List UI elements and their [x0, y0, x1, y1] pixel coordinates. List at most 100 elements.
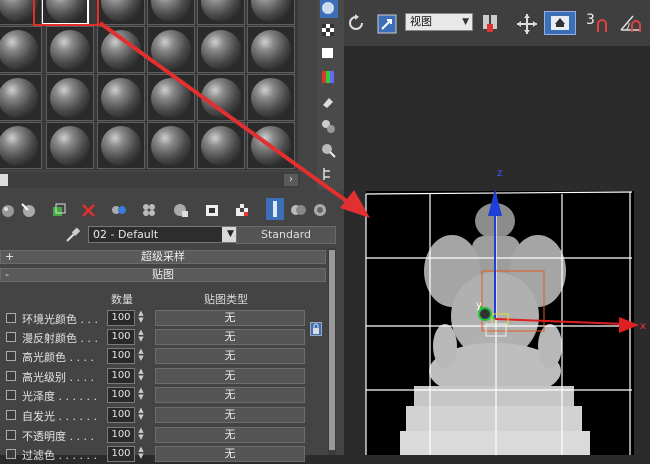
material-type-button[interactable]: Standard	[236, 226, 336, 244]
scrollbar-thumb[interactable]	[329, 250, 335, 450]
sample-slot[interactable]	[247, 26, 295, 73]
backlight-icon[interactable]	[320, 45, 338, 61]
options-icon[interactable]	[320, 118, 338, 134]
map-enable-checkbox[interactable]	[6, 390, 16, 400]
sample-slot[interactable]	[0, 122, 42, 169]
sample-slot[interactable]	[0, 74, 42, 121]
map-slot-button[interactable]: 无	[155, 407, 305, 423]
map-slot-button[interactable]: 无	[155, 329, 305, 345]
video-color-check-icon[interactable]	[320, 69, 338, 85]
checker-background-icon[interactable]	[320, 22, 338, 38]
pivot-center-icon[interactable]	[479, 12, 503, 34]
select-by-material-icon[interactable]	[320, 142, 338, 158]
sample-slot[interactable]	[46, 74, 94, 121]
make-unique-icon[interactable]	[110, 202, 128, 218]
amount-input[interactable]: 100	[107, 368, 135, 384]
keyboard-shortcut-override-icon[interactable]	[544, 11, 576, 35]
sample-slot[interactable]	[197, 26, 245, 73]
map-enable-checkbox[interactable]	[6, 449, 16, 459]
select-and-manipulate-icon[interactable]	[376, 12, 400, 34]
sample-slot[interactable]	[247, 122, 295, 169]
amount-input[interactable]: 100	[107, 387, 135, 403]
spinner-icon[interactable]: ▲ ▼	[136, 427, 146, 443]
sample-slot[interactable]	[0, 26, 42, 73]
material-sphere-icon	[251, 126, 291, 166]
put-to-scene-icon[interactable]	[20, 202, 38, 218]
get-material-icon[interactable]	[0, 202, 18, 218]
snap-toggle-icon[interactable]: 3	[586, 12, 612, 34]
amount-input[interactable]: 100	[107, 427, 135, 443]
eyedropper-icon[interactable]	[64, 226, 82, 244]
reference-coord-dropdown[interactable]: 视图 ▼	[405, 13, 473, 31]
sample-slot[interactable]	[97, 0, 145, 25]
eraser-icon[interactable]	[320, 94, 338, 110]
sample-slot[interactable]	[147, 122, 195, 169]
map-slot-button[interactable]: 无	[155, 427, 305, 443]
map-row-self-illumination: 自发光 . . . . . . 100 ▲ ▼ 无	[0, 406, 326, 425]
assign-material-icon[interactable]	[50, 202, 68, 218]
spinner-icon[interactable]: ▲ ▼	[136, 407, 146, 423]
amount-input[interactable]: 100	[107, 348, 135, 364]
map-slot-button[interactable]: 无	[155, 348, 305, 364]
sample-slot[interactable]	[97, 26, 145, 73]
show-map-icon[interactable]	[204, 202, 222, 218]
sample-slot[interactable]	[197, 122, 245, 169]
sample-slot[interactable]	[247, 74, 295, 121]
map-slot-button[interactable]: 无	[155, 310, 305, 326]
spinner-icon[interactable]: ▲ ▼	[136, 348, 146, 364]
amount-input[interactable]: 100	[107, 310, 135, 326]
slots-horizontal-scrollbar[interactable]: ›	[0, 172, 300, 188]
map-slot-button[interactable]: 无	[155, 368, 305, 384]
scroll-right-icon[interactable]: ›	[284, 174, 298, 186]
go-forward-sibling-icon[interactable]	[290, 202, 308, 218]
delete-icon[interactable]	[80, 202, 98, 218]
sample-slot[interactable]	[197, 74, 245, 121]
sample-slot[interactable]	[197, 0, 245, 25]
lock-icon[interactable]	[310, 322, 322, 336]
sample-slot[interactable]	[46, 26, 94, 73]
rollout-supersampling[interactable]: + 超级采样	[0, 250, 326, 264]
rollout-title: 超级采样	[141, 250, 185, 263]
amount-input[interactable]: 100	[107, 407, 135, 423]
map-enable-checkbox[interactable]	[6, 332, 16, 342]
select-and-move-icon[interactable]	[515, 12, 539, 34]
spinner-icon[interactable]: ▲ ▼	[136, 387, 146, 403]
rollout-maps[interactable]: - 贴图	[0, 268, 326, 282]
sample-slot[interactable]	[46, 122, 94, 169]
spinner-icon[interactable]: ▲ ▼	[136, 310, 146, 326]
amount-input[interactable]: 100	[107, 446, 135, 462]
sample-slot[interactable]	[247, 0, 295, 25]
show-end-result-icon[interactable]	[234, 202, 252, 218]
sample-sphere-icon[interactable]	[320, 0, 338, 18]
spinner-icon[interactable]: ▲ ▼	[136, 368, 146, 384]
spinner-icon[interactable]: ▲ ▼	[136, 329, 146, 345]
sample-slot[interactable]	[147, 26, 195, 73]
map-row-opacity: 不透明度 . . . . 100 ▲ ▼ 无	[0, 426, 326, 445]
amount-input[interactable]: 100	[107, 329, 135, 345]
map-slot-button[interactable]: 无	[155, 387, 305, 403]
rollout-title: 贴图	[152, 268, 174, 281]
go-to-parent-icon[interactable]	[266, 198, 284, 220]
angle-snap-icon[interactable]	[618, 12, 646, 34]
map-enable-checkbox[interactable]	[6, 351, 16, 361]
spinner-icon[interactable]: ▲ ▼	[136, 446, 146, 462]
sample-slot[interactable]	[97, 74, 145, 121]
map-enable-checkbox[interactable]	[6, 371, 16, 381]
map-enable-checkbox[interactable]	[6, 430, 16, 440]
amount-column-header: 数量	[111, 293, 133, 306]
map-enable-checkbox[interactable]	[6, 313, 16, 323]
material-navigator-icon[interactable]	[320, 166, 338, 182]
put-to-library-icon[interactable]	[140, 202, 158, 218]
scrollbar-thumb[interactable]	[0, 174, 8, 186]
material-sphere-icon	[151, 0, 191, 22]
rotate-icon[interactable]	[345, 12, 367, 34]
axis-label-y: y	[476, 300, 482, 311]
sample-slot[interactable]	[97, 122, 145, 169]
sample-slot[interactable]	[147, 0, 195, 25]
map-slot-button[interactable]: 无	[155, 446, 305, 462]
sample-slot[interactable]	[147, 74, 195, 121]
background-icon[interactable]	[312, 202, 330, 218]
map-enable-checkbox[interactable]	[6, 410, 16, 420]
material-id-icon[interactable]	[172, 202, 190, 218]
material-name-field[interactable]: 02 - Default	[88, 226, 240, 243]
